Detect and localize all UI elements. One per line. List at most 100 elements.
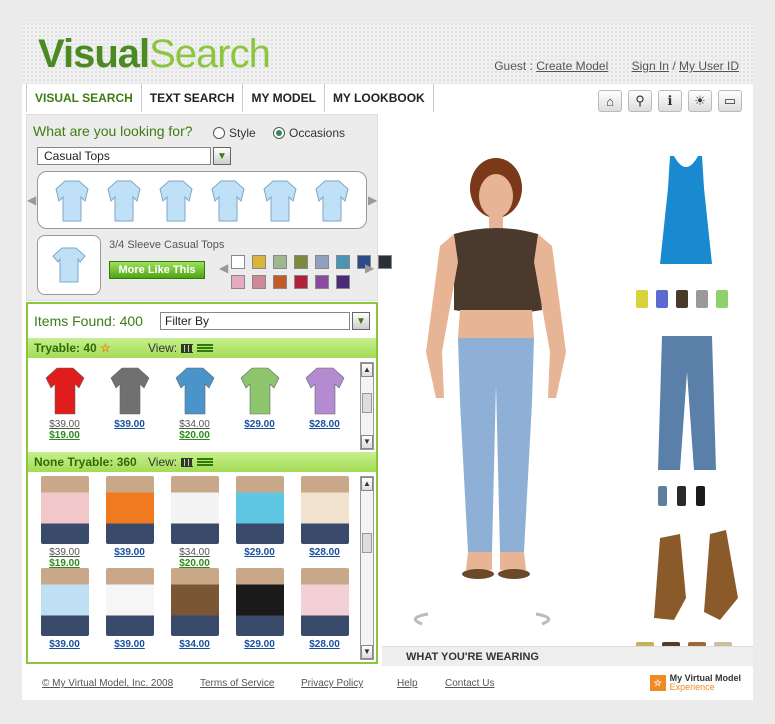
product-sale-price[interactable]: $19.00 xyxy=(49,430,80,441)
color-swatch[interactable] xyxy=(336,275,350,289)
product-item[interactable]: $28.00 xyxy=(292,362,357,462)
user-id-link[interactable]: My User ID xyxy=(679,59,739,73)
color-swatch[interactable] xyxy=(231,255,245,269)
chevron-down-icon[interactable]: ▼ xyxy=(352,312,370,330)
nontryable-scrollbar[interactable]: ▲ ▼ xyxy=(360,476,374,660)
sign-in-link[interactable]: Sign In xyxy=(632,59,669,73)
wardrobe-option[interactable] xyxy=(676,290,688,308)
strip-left-arrow-icon[interactable]: ◀ xyxy=(27,193,36,207)
product-image[interactable] xyxy=(233,568,287,636)
product-image[interactable] xyxy=(38,362,92,416)
product-price[interactable]: $28.00 xyxy=(309,419,340,430)
zoom-icon[interactable]: ⚲ xyxy=(628,90,652,112)
product-item[interactable]: $29.00 xyxy=(227,476,292,568)
list-view-icon[interactable] xyxy=(197,344,214,354)
swatch-right-arrow-icon[interactable]: ▶ xyxy=(365,261,374,275)
wearing-bottom[interactable] xyxy=(652,332,722,472)
product-price[interactable]: $29.00 xyxy=(244,547,275,558)
product-price[interactable]: $28.00 xyxy=(309,547,340,558)
info-icon[interactable]: ℹ xyxy=(658,90,682,112)
wardrobe-option[interactable] xyxy=(656,290,668,308)
product-item[interactable]: $28.00 xyxy=(292,476,357,568)
style-option-0[interactable] xyxy=(53,177,91,223)
list-view-icon[interactable] xyxy=(197,458,214,468)
product-price[interactable]: $29.00 xyxy=(244,419,275,430)
product-item[interactable]: $39.00 $19.00 xyxy=(32,362,97,462)
style-option-1[interactable] xyxy=(105,177,143,223)
copyright-link[interactable]: © My Virtual Model, Inc. 2008 xyxy=(42,678,173,689)
product-image[interactable] xyxy=(298,476,352,544)
style-option-4[interactable] xyxy=(261,177,299,223)
product-item[interactable]: $34.00 xyxy=(162,568,227,660)
scroll-thumb[interactable] xyxy=(362,533,372,553)
vacation-icon[interactable]: ☀ xyxy=(688,90,712,112)
strip-right-arrow-icon[interactable]: ▶ xyxy=(368,193,377,207)
grid-view-icon[interactable] xyxy=(181,344,194,354)
grid-view-icon[interactable] xyxy=(181,458,194,468)
product-item[interactable]: $39.00 $19.00 xyxy=(32,476,97,569)
product-image[interactable] xyxy=(103,362,157,416)
product-image[interactable] xyxy=(103,568,157,636)
color-swatch[interactable] xyxy=(252,275,266,289)
wardrobe-option[interactable] xyxy=(658,486,667,506)
wardrobe-option[interactable] xyxy=(677,486,686,506)
product-image[interactable] xyxy=(168,568,222,636)
wardrobe-option[interactable] xyxy=(696,486,705,506)
product-image[interactable] xyxy=(103,476,157,544)
scroll-down-icon[interactable]: ▼ xyxy=(361,645,373,659)
home-icon[interactable]: ⌂ xyxy=(598,90,622,112)
create-model-link[interactable]: Create Model xyxy=(536,59,608,73)
product-item[interactable]: $29.00 xyxy=(227,568,292,660)
style-option-2[interactable] xyxy=(157,177,195,223)
product-image[interactable] xyxy=(298,568,352,636)
product-image[interactable] xyxy=(168,476,222,544)
scroll-thumb[interactable] xyxy=(362,393,372,413)
tab-my-model[interactable]: MY MODEL xyxy=(243,84,325,112)
wardrobe-option[interactable] xyxy=(696,290,708,308)
product-price[interactable]: $34.00 xyxy=(179,639,210,650)
swatch-left-arrow-icon[interactable]: ◀ xyxy=(219,261,228,275)
help-link[interactable]: Help xyxy=(397,678,418,689)
wearing-top[interactable] xyxy=(656,152,716,272)
product-item[interactable]: $39.00 xyxy=(97,362,162,462)
product-image[interactable] xyxy=(233,362,287,416)
wardrobe-option[interactable] xyxy=(636,290,648,308)
wardrobe-option[interactable] xyxy=(716,290,728,308)
color-swatch[interactable] xyxy=(336,255,350,269)
terms-link[interactable]: Terms of Service xyxy=(200,678,274,689)
product-item[interactable]: $34.00 $20.00 xyxy=(162,362,227,462)
occasions-radio[interactable]: Occasions xyxy=(273,126,345,140)
virtual-model[interactable] xyxy=(396,152,596,612)
product-price[interactable]: $39.00 xyxy=(114,547,145,558)
scroll-down-icon[interactable]: ▼ xyxy=(361,435,373,449)
product-item[interactable]: $28.00 xyxy=(292,568,357,660)
product-image[interactable] xyxy=(298,362,352,416)
product-price[interactable]: $39.00 xyxy=(49,639,80,650)
product-image[interactable] xyxy=(168,362,222,416)
style-radio[interactable]: Style xyxy=(213,126,256,140)
color-swatch[interactable] xyxy=(252,255,266,269)
style-option-5[interactable] xyxy=(313,177,351,223)
tab-visual-search[interactable]: VISUAL SEARCH xyxy=(26,84,142,112)
tryable-scrollbar[interactable]: ▲ ▼ xyxy=(360,362,374,450)
contact-link[interactable]: Contact Us xyxy=(445,678,494,689)
product-image[interactable] xyxy=(233,476,287,544)
scroll-up-icon[interactable]: ▲ xyxy=(361,477,373,491)
what-youre-wearing-bar[interactable]: WHAT YOU'RE WEARING xyxy=(382,646,753,666)
product-item[interactable]: $39.00 xyxy=(32,568,97,660)
rotate-arrows-icon[interactable] xyxy=(402,604,562,628)
product-item[interactable]: $29.00 xyxy=(227,362,292,462)
category-select[interactable]: Casual Tops xyxy=(37,147,211,165)
product-price[interactable]: $39.00 xyxy=(49,547,80,558)
product-sale-price[interactable]: $20.00 xyxy=(179,430,210,441)
product-item[interactable]: $39.00 xyxy=(97,476,162,568)
product-item[interactable]: $39.00 xyxy=(97,568,162,660)
wearing-shoes[interactable] xyxy=(640,528,750,628)
scroll-up-icon[interactable]: ▲ xyxy=(361,363,373,377)
more-like-this-button[interactable]: More Like This xyxy=(109,261,205,279)
product-price[interactable]: $34.00 xyxy=(179,419,210,430)
color-swatch[interactable] xyxy=(273,255,287,269)
print-icon[interactable]: ▭ xyxy=(718,90,742,112)
filter-select[interactable]: Filter By xyxy=(160,312,350,330)
tab-my-lookbook[interactable]: MY LOOKBOOK xyxy=(324,84,434,112)
